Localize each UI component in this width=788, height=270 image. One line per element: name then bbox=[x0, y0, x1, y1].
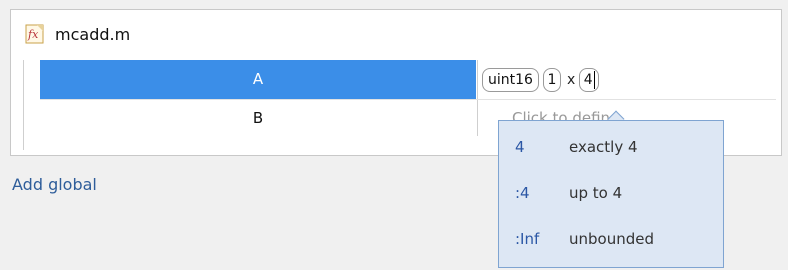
text-caret bbox=[593, 70, 595, 89]
dimension-2-value: 4 bbox=[583, 71, 593, 88]
dimension-separator: x bbox=[566, 71, 576, 88]
type-editor-a[interactable]: uint16 1 x 4 bbox=[478, 60, 776, 99]
size-option-key: :Inf bbox=[515, 230, 540, 248]
input-name-b[interactable]: B bbox=[40, 100, 476, 136]
size-option-key: :4 bbox=[515, 184, 530, 202]
svg-text:fx: fx bbox=[27, 28, 39, 41]
size-option-desc: unbounded bbox=[569, 230, 654, 248]
input-name-a: A bbox=[252, 70, 264, 88]
table-row-a[interactable]: A bbox=[40, 60, 476, 99]
size-option-up-to[interactable]: :4 up to 4 bbox=[499, 173, 723, 213]
size-options-popup: 4 exactly 4 :4 up to 4 :Inf unbounded bbox=[498, 120, 724, 268]
size-option-key: 4 bbox=[515, 138, 525, 156]
size-option-desc: up to 4 bbox=[569, 184, 623, 202]
file-name[interactable]: mcadd.m bbox=[55, 25, 130, 44]
dimension-2-chip[interactable]: 4 bbox=[579, 67, 600, 92]
size-option-desc: exactly 4 bbox=[569, 138, 638, 156]
dimension-1-chip[interactable]: 1 bbox=[542, 67, 561, 92]
file-header: fx mcadd.m bbox=[25, 22, 130, 46]
size-option-exactly[interactable]: 4 exactly 4 bbox=[499, 127, 723, 167]
fx-function-icon: fx bbox=[25, 23, 47, 45]
size-option-unbounded[interactable]: :Inf unbounded bbox=[499, 219, 723, 259]
add-global-link[interactable]: Add global bbox=[12, 175, 97, 194]
class-chip[interactable]: uint16 bbox=[482, 67, 539, 92]
